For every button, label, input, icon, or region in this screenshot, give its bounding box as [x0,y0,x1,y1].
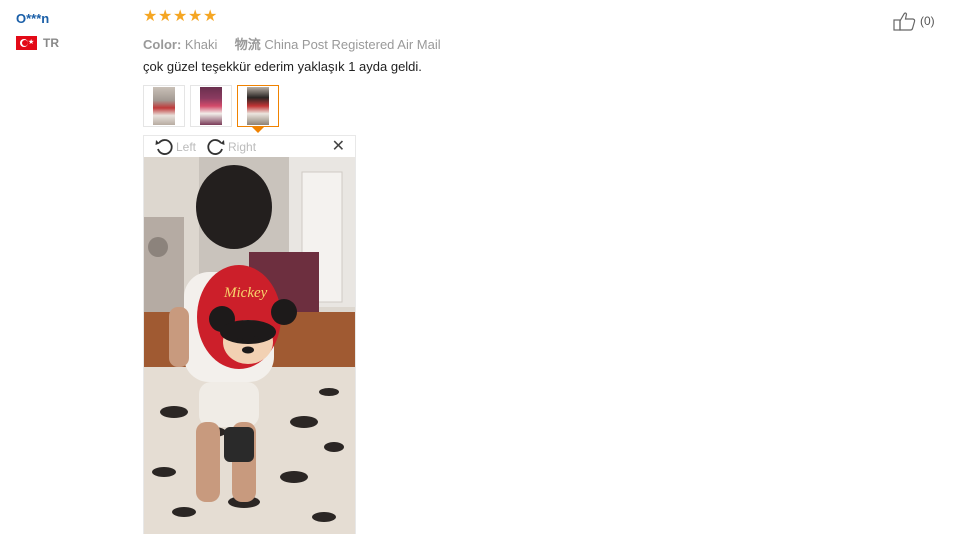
color-label: Color: [143,37,182,52]
star-icon: ★ [143,8,158,25]
star-rating: ★ ★ ★ ★ ★ [143,8,218,25]
thumbs-up-icon [893,12,916,31]
helpful-vote[interactable]: (0) [893,11,935,31]
star-icon: ★ [173,8,188,25]
star-icon: ★ [203,8,218,25]
star-icon: ★ [158,8,173,25]
child-with-mickey-backpack-photo: Mickey [144,157,355,534]
helpful-count: (0) [920,14,935,28]
review-photo-thumbnail[interactable] [190,85,232,127]
turkey-flag-icon: ★ [16,36,37,50]
reviewer-name[interactable]: O***n [16,11,59,26]
rotate-left-button[interactable]: Left [154,137,196,157]
shipping-label: 物流 [234,37,261,52]
shipping-value: China Post Registered Air Mail [264,37,441,52]
star-icon: ★ [188,8,203,25]
reviewer-country: ★ TR [16,36,59,50]
rotate-left-icon [155,138,173,155]
order-meta: Color: Khaki 物流 China Post Registered Ai… [143,34,441,53]
photo-viewer: Left Right ✕ Mickey [143,135,356,534]
rotate-left-label: Left [176,139,197,154]
rotate-right-label: Right [228,139,257,154]
country-code: TR [43,36,59,50]
viewer-toolbar: Left Right ✕ [144,136,355,157]
color-value: Khaki [184,37,218,52]
review-photo-thumbnail[interactable] [143,85,185,127]
rotate-right-icon [207,138,225,155]
review-text: çok güzel teşekkür ederim yaklaşık 1 ayd… [143,59,422,74]
close-icon[interactable]: ✕ [332,139,345,155]
photo-thumbnails [143,85,279,133]
reviewer-info: O***n ★ TR [16,11,59,50]
svg-text:Mickey: Mickey [223,285,268,301]
review-photo: Mickey [144,157,355,534]
review-photo-thumbnail-selected[interactable] [237,85,279,133]
rotate-right-button[interactable]: Right [206,137,256,157]
